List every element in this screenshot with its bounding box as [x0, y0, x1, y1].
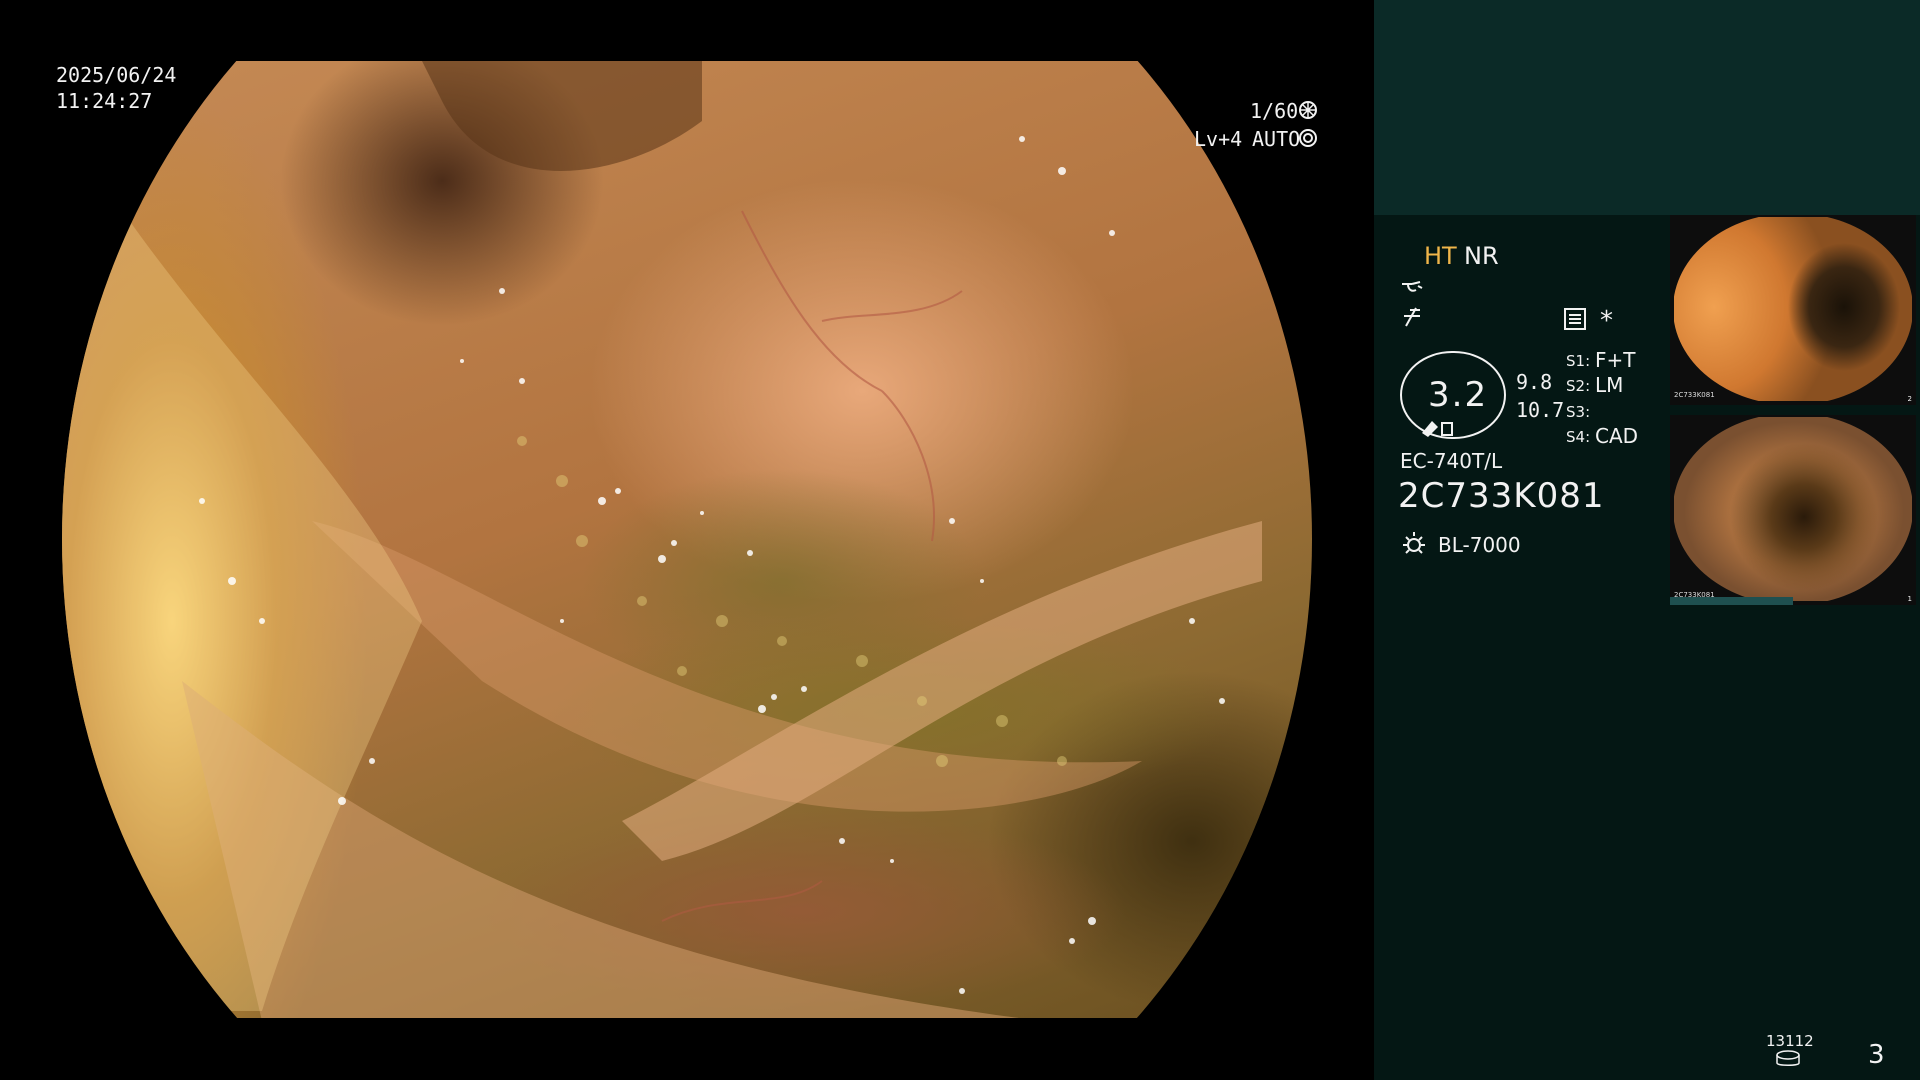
- shutter-speed: 1/60: [1250, 99, 1299, 123]
- value-top: 9.8: [1516, 370, 1553, 394]
- auto-exposure-icon: [1298, 128, 1318, 154]
- page-number: 3: [1868, 1040, 1885, 1070]
- switch-label: S1:: [1566, 352, 1591, 370]
- settings-panel-icon: [1564, 308, 1586, 334]
- switch-value: F+T: [1595, 348, 1636, 372]
- mode-ht: HT: [1424, 242, 1457, 270]
- light-source-icon: [1400, 530, 1428, 562]
- capture-date: 2025/06/24: [56, 63, 177, 87]
- brightness-level: Lv+4: [1194, 127, 1243, 151]
- thumbnail-label: 2C733K081: [1674, 391, 1715, 399]
- zoom-gauge-icon: [1420, 417, 1456, 441]
- record-count: 13112: [1766, 1032, 1814, 1050]
- mucosa-texture: [62, 61, 1262, 1018]
- thumbnail-capture-2[interactable]: 2C733K081 1: [1670, 415, 1916, 605]
- shutter-icon: [1298, 100, 1318, 126]
- structure-enhance-icon: [1400, 278, 1424, 302]
- capture-time: 11:24:27: [56, 89, 153, 113]
- mode-nr: NR: [1464, 242, 1499, 270]
- thumbnail-image: [1674, 217, 1912, 401]
- switch-label: S2:: [1566, 377, 1591, 395]
- value-bottom: 10.7: [1516, 398, 1565, 422]
- gauge-value: 3.2: [1428, 375, 1489, 415]
- zoom-gauge: 3.2: [1400, 351, 1506, 439]
- star-marker: *: [1600, 306, 1613, 336]
- panel-header: [1374, 0, 1920, 215]
- switch-label: S3:: [1566, 403, 1591, 421]
- noise-reduction-icon: [1400, 306, 1424, 332]
- thumbnail-capture-1[interactable]: 2C733K081 2: [1670, 215, 1916, 405]
- switch-label: S4:: [1566, 428, 1591, 446]
- thumbnail-number: 2: [1907, 395, 1912, 403]
- switch-value: CAD: [1595, 424, 1639, 448]
- scope-serial: 2C733K081: [1398, 476, 1605, 516]
- light-source: BL-7000: [1438, 533, 1521, 557]
- switch-value: LM: [1595, 373, 1624, 397]
- info-panel: HT NR * 3.2 9.8 10.7 S1: F+T S2: LM S3: …: [1374, 0, 1920, 1080]
- exposure-mode: AUTO: [1252, 127, 1301, 151]
- storage-icon: [1774, 1050, 1802, 1072]
- thumbnail-number: 1: [1907, 595, 1912, 603]
- scope-model: EC-740T/L: [1400, 449, 1503, 473]
- thumbnail-image: [1674, 417, 1912, 601]
- thumbnail-label: 2C733K081: [1674, 591, 1715, 599]
- endoscope-live-view: [62, 61, 1312, 1018]
